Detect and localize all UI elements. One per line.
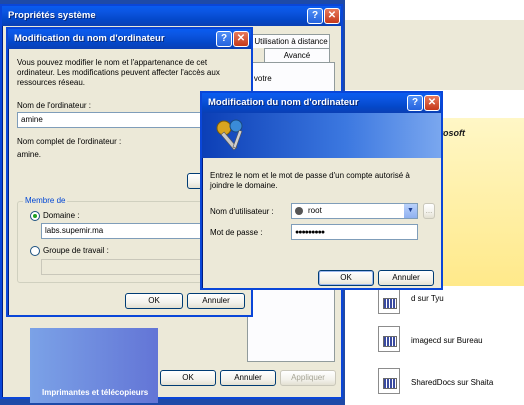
keys-banner xyxy=(202,113,441,158)
domain-credentials-dialog: Modification du nom d'ordinateur ? ✕ Ent… xyxy=(200,91,443,290)
close-icon[interactable]: ✕ xyxy=(424,95,440,111)
explorer-toolbar xyxy=(345,20,524,90)
shared-folder-icon[interactable] xyxy=(378,326,400,352)
cancel-button[interactable]: Annuler xyxy=(220,370,276,386)
domain-label: Domaine : xyxy=(43,211,80,220)
password-value: ●●●●●●●●● xyxy=(295,229,325,236)
domain-radio[interactable] xyxy=(30,211,40,221)
intro-line-3: ressources réseau. xyxy=(17,78,86,87)
tab-remote[interactable]: Utilisation à distance xyxy=(252,34,330,48)
keys-icon xyxy=(216,119,243,151)
microsoft-banner: icrosoft xyxy=(430,118,524,286)
browse-button[interactable]: ... xyxy=(423,203,435,219)
help-icon[interactable]: ? xyxy=(216,31,232,47)
cancel-button[interactable]: Annuler xyxy=(378,270,434,286)
close-icon[interactable]: ✕ xyxy=(324,8,340,24)
username-label: Nom d'utilisateur : xyxy=(210,207,274,216)
dialog-title: Modification du nom d'ordinateur xyxy=(14,33,165,44)
ok-button[interactable]: OK xyxy=(318,270,374,286)
shared-folder-icon[interactable] xyxy=(378,288,400,314)
member-of-label: Membre de xyxy=(23,196,68,206)
rename-dialog-titlebar: Modification du nom d'ordinateur xyxy=(8,29,251,49)
credentials-dialog-titlebar: Modification du nom d'ordinateur xyxy=(202,93,441,113)
prompt-line-1: Entrez le nom et le mot de passe d'un co… xyxy=(210,171,410,180)
tab-advanced[interactable]: Avancé xyxy=(264,48,330,62)
chevron-down-icon[interactable]: ▼ xyxy=(404,204,417,218)
system-properties-titlebar: Propriétés système xyxy=(2,6,341,26)
help-icon[interactable]: ? xyxy=(407,95,423,111)
intro-line-2: ordinateur. Les modifications peuvent af… xyxy=(17,68,220,77)
username-value: root xyxy=(308,206,322,215)
close-icon[interactable]: ✕ xyxy=(233,31,249,47)
full-name-value: amine. xyxy=(17,150,42,159)
intro-line-1: Vous pouvez modifier le nom et l'apparte… xyxy=(17,58,208,67)
file-label[interactable]: d sur Tyu xyxy=(411,294,444,304)
shared-folder-icon[interactable] xyxy=(378,368,400,394)
dialog-title: Modification du nom d'ordinateur xyxy=(208,97,359,108)
computer-name-label: Nom de l'ordinateur : xyxy=(17,101,92,110)
cancel-button[interactable]: Annuler xyxy=(187,293,245,309)
window-title: Propriétés système xyxy=(8,10,96,21)
file-label[interactable]: SharedDocs sur Shaita xyxy=(411,378,493,388)
workgroup-radio[interactable] xyxy=(30,246,40,256)
printers-link[interactable]: Imprimantes et télécopieurs xyxy=(42,388,148,398)
full-name-label: Nom complet de l'ordinateur : xyxy=(17,137,122,146)
user-icon xyxy=(295,207,303,215)
apply-button[interactable]: Appliquer xyxy=(280,370,336,386)
ok-button[interactable]: OK xyxy=(125,293,183,309)
file-label[interactable]: imagecd sur Bureau xyxy=(411,336,483,346)
username-combobox[interactable]: root ▼ xyxy=(291,203,418,219)
prompt-line-2: joindre le domaine. xyxy=(210,181,278,190)
ok-button[interactable]: OK xyxy=(160,370,216,386)
password-label: Mot de passe : xyxy=(210,228,263,237)
workgroup-label: Groupe de travail : xyxy=(43,246,109,255)
help-icon[interactable]: ? xyxy=(307,8,323,24)
password-input[interactable]: ●●●●●●●●● xyxy=(291,224,418,240)
